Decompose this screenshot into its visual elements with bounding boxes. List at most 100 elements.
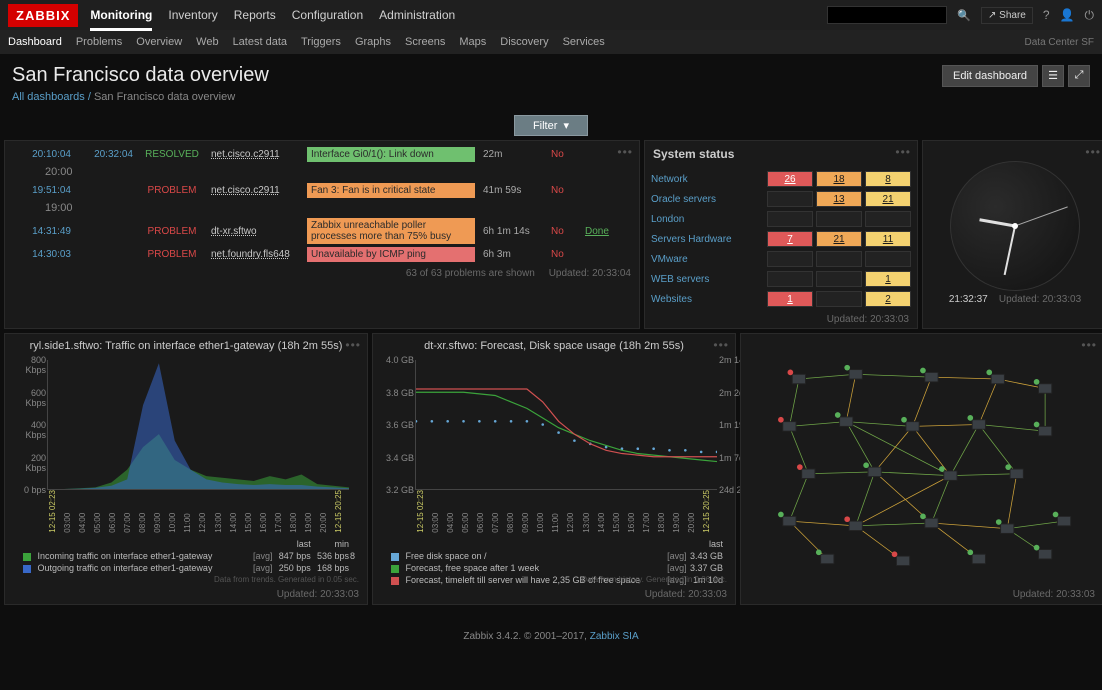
problem-trigger[interactable]: Interface Gi0/1(): Link down bbox=[307, 147, 475, 162]
problem-host[interactable]: dt-xr.sftwo bbox=[211, 226, 299, 237]
problem-ack[interactable]: No bbox=[551, 185, 577, 196]
x-tick: 17:00 bbox=[642, 490, 657, 533]
subnav-triggers[interactable]: Triggers bbox=[301, 36, 341, 48]
widget-menu-icon[interactable]: ••• bbox=[895, 145, 911, 159]
ss-cell[interactable]: 11 bbox=[865, 231, 911, 247]
x-tick: 20:00 bbox=[319, 490, 334, 533]
legend-swatch bbox=[23, 553, 31, 561]
subnav-dashboard[interactable]: Dashboard bbox=[8, 36, 62, 48]
problem-host[interactable]: net.cisco.c2911 bbox=[211, 149, 299, 160]
topnav-administration[interactable]: Administration bbox=[379, 8, 455, 23]
ss-cell[interactable] bbox=[816, 251, 862, 267]
ss-row: Websites1 2 bbox=[651, 289, 911, 309]
ss-cell[interactable] bbox=[816, 211, 862, 227]
ss-cell[interactable]: 13 bbox=[816, 191, 862, 207]
ss-cell[interactable]: 21 bbox=[816, 231, 862, 247]
subnav-screens[interactable]: Screens bbox=[405, 36, 445, 48]
ss-cell[interactable] bbox=[767, 271, 813, 287]
ss-group-name[interactable]: Network bbox=[651, 174, 764, 185]
y-tick: 3.4 GB bbox=[376, 453, 414, 463]
ss-cell[interactable] bbox=[767, 251, 813, 267]
ss-group-name[interactable]: WEB servers bbox=[651, 274, 764, 285]
problems-updated: Updated: 20:33:04 bbox=[549, 268, 631, 279]
problem-trigger[interactable]: Fan 3: Fan is in critical state bbox=[307, 183, 475, 198]
subnav-maps[interactable]: Maps bbox=[459, 36, 486, 48]
problem-time[interactable]: 19:51:04 bbox=[17, 185, 71, 196]
widget-menu-icon[interactable]: ••• bbox=[345, 338, 361, 352]
subnav-graphs[interactable]: Graphs bbox=[355, 36, 391, 48]
x-tick: 04:00 bbox=[78, 490, 93, 533]
widget-menu-icon[interactable]: ••• bbox=[617, 145, 633, 159]
edit-dashboard-button[interactable]: Edit dashboard bbox=[942, 65, 1038, 87]
problem-trigger[interactable]: Unavailable by ICMP ping bbox=[307, 247, 475, 262]
x-tick: 07:00 bbox=[491, 490, 506, 533]
ss-group-name[interactable]: Servers Hardware bbox=[651, 234, 764, 245]
topnav-inventory[interactable]: Inventory bbox=[168, 8, 217, 23]
ss-cell[interactable]: 7 bbox=[767, 231, 813, 247]
user-icon[interactable]: 👤 bbox=[1060, 8, 1075, 22]
problem-time[interactable]: 20:10:04 bbox=[17, 149, 71, 160]
network-map[interactable] bbox=[761, 354, 1083, 584]
logo[interactable]: ZABBIX bbox=[8, 4, 78, 27]
subnav-overview[interactable]: Overview bbox=[136, 36, 182, 48]
ss-cell[interactable]: 18 bbox=[816, 171, 862, 187]
ss-cell[interactable] bbox=[865, 251, 911, 267]
logout-icon[interactable]: ⏻ bbox=[1085, 8, 1095, 23]
problem-ack[interactable]: No bbox=[551, 149, 577, 160]
menu-icon[interactable]: ☰ bbox=[1042, 65, 1064, 87]
subnav-discovery[interactable]: Discovery bbox=[500, 36, 548, 48]
topnav-configuration[interactable]: Configuration bbox=[292, 8, 363, 23]
breadcrumb-current[interactable]: San Francisco data overview bbox=[94, 91, 235, 103]
fullscreen-icon[interactable]: ⤢ bbox=[1068, 65, 1090, 87]
problem-ack[interactable]: No bbox=[551, 226, 577, 237]
widget-menu-icon[interactable]: ••• bbox=[1085, 145, 1101, 159]
widget-menu-icon[interactable]: ••• bbox=[1081, 338, 1097, 352]
ss-group-name[interactable]: Websites bbox=[651, 294, 764, 305]
problem-host[interactable]: net.cisco.c2911 bbox=[211, 185, 299, 196]
search-input[interactable] bbox=[827, 6, 947, 24]
x-tick: 04:00 bbox=[446, 490, 461, 533]
ss-cell[interactable] bbox=[816, 271, 862, 287]
problem-time[interactable]: 14:30:03 bbox=[17, 249, 71, 260]
ss-cell[interactable] bbox=[816, 291, 862, 307]
x-tick: 03:00 bbox=[431, 490, 446, 533]
subnav-web[interactable]: Web bbox=[196, 36, 218, 48]
footer-link[interactable]: Zabbix SIA bbox=[590, 631, 639, 642]
ss-cell[interactable]: 2 bbox=[865, 291, 911, 307]
problem-ack[interactable]: No bbox=[551, 249, 577, 260]
problem-duration: 41m 59s bbox=[483, 185, 543, 196]
ss-cell[interactable]: 1 bbox=[767, 291, 813, 307]
system-status-widget: ••• System status Network26188Oracle ser… bbox=[644, 140, 918, 329]
ss-cell[interactable] bbox=[767, 191, 813, 207]
help-icon[interactable]: ? bbox=[1043, 8, 1050, 22]
widget-menu-icon[interactable]: ••• bbox=[713, 338, 729, 352]
topnav-monitoring[interactable]: Monitoring bbox=[90, 8, 152, 31]
subnav-services[interactable]: Services bbox=[563, 36, 605, 48]
x-tick: 13:00 bbox=[582, 490, 597, 533]
subnav-latest-data[interactable]: Latest data bbox=[233, 36, 287, 48]
ss-cell[interactable] bbox=[865, 211, 911, 227]
x-tick: 14:00 bbox=[597, 490, 612, 533]
search-icon[interactable]: 🔍 bbox=[957, 9, 971, 22]
ss-group-name[interactable]: VMware bbox=[651, 254, 764, 265]
subnav-problems[interactable]: Problems bbox=[76, 36, 122, 48]
problem-time[interactable]: 14:31:49 bbox=[17, 226, 71, 237]
breadcrumb-root[interactable]: All dashboards bbox=[12, 91, 85, 103]
ss-cell[interactable]: 26 bbox=[767, 171, 813, 187]
problem-host[interactable]: net.foundry.fls648 bbox=[211, 249, 299, 260]
ss-cell[interactable]: 21 bbox=[865, 191, 911, 207]
topnav-reports[interactable]: Reports bbox=[234, 8, 276, 23]
ss-cell[interactable]: 8 bbox=[865, 171, 911, 187]
ss-group-name[interactable]: London bbox=[651, 214, 764, 225]
y-tick: 3.8 GB bbox=[376, 388, 414, 398]
problem-trigger[interactable]: Zabbix unreachable poller processes more… bbox=[307, 218, 475, 244]
x-tick: 05:00 bbox=[461, 490, 476, 533]
ss-cell[interactable] bbox=[767, 211, 813, 227]
filter-button[interactable]: Filter ▾ bbox=[514, 115, 588, 136]
share-button[interactable]: ↗ Share bbox=[981, 7, 1033, 24]
ss-cell[interactable]: 1 bbox=[865, 271, 911, 287]
ss-group-name[interactable]: Oracle servers bbox=[651, 194, 764, 205]
legend-row: Forecast, free space after 1 week[avg]3.… bbox=[391, 562, 723, 574]
problem-done[interactable]: Done bbox=[585, 226, 609, 237]
problem-recovery-time[interactable]: 20:32:04 bbox=[79, 149, 133, 160]
